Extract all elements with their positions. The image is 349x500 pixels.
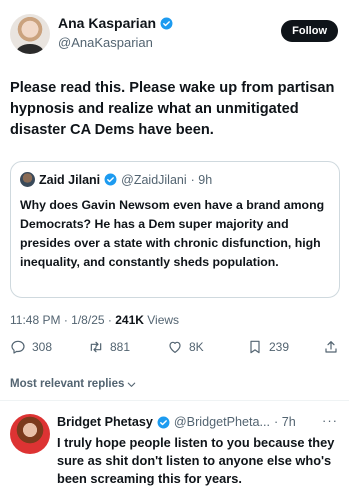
quoted-tweet-time: · 9h xyxy=(190,172,213,187)
share-button[interactable] xyxy=(323,339,339,355)
reply-count: 308 xyxy=(32,340,53,354)
quoted-tweet-header: Zaid Jilani @ZaidJilani · 9h xyxy=(20,172,212,187)
divider xyxy=(0,400,349,401)
reply-tweet[interactable]: Bridget Phetasy @BridgetPheta... · 7h ··… xyxy=(10,410,340,494)
reply-icon xyxy=(11,340,25,354)
action-bar: 308 881 8K 239 xyxy=(10,339,340,361)
reply-button[interactable]: 308 xyxy=(10,339,52,355)
tweet-header: Ana Kasparian @AnaKasparian Follow xyxy=(10,12,340,60)
bookmark-count: 239 xyxy=(269,340,290,354)
like-count: 8K xyxy=(189,340,204,354)
reply-author-avatar[interactable] xyxy=(10,414,50,454)
verified-badge-icon xyxy=(157,416,170,428)
more-options-icon[interactable]: ··· xyxy=(322,413,338,428)
views-label: Views xyxy=(147,313,180,327)
like-button[interactable]: 8K xyxy=(167,339,204,355)
reply-header: Bridget Phetasy @BridgetPheta... · 7h xyxy=(57,415,296,429)
replies-sort-label: Most relevant replies xyxy=(10,378,125,390)
tweet-date[interactable]: 1/8/25 xyxy=(71,313,104,327)
quoted-author-name: Zaid Jilani xyxy=(39,172,101,187)
quoted-tweet-text: Why does Gavin Newsom even have a brand … xyxy=(20,198,325,269)
verified-badge-icon xyxy=(104,173,117,186)
replies-sort-dropdown[interactable]: Most relevant replies xyxy=(10,378,137,390)
tweet-text: Please read this. Please wake up from pa… xyxy=(10,80,335,138)
tweet-time[interactable]: 11:48 PM xyxy=(10,313,60,327)
reply-text: I truly hope people listen to you becaus… xyxy=(57,435,335,486)
quoted-tweet[interactable]: Zaid Jilani @ZaidJilani · 9h Why does Ga… xyxy=(10,161,340,298)
tweet-meta: 11:48 PM · 1/8/25 · 241K Views xyxy=(10,313,179,327)
author-name-block: Ana Kasparian @AnaKasparian xyxy=(58,15,173,51)
heart-icon xyxy=(169,341,181,353)
chevron-down-icon xyxy=(128,382,136,387)
author-handle[interactable]: @AnaKasparian xyxy=(58,34,173,51)
bookmark-button[interactable]: 239 xyxy=(247,339,289,355)
reply-author-handle[interactable]: @BridgetPheta... xyxy=(174,415,270,429)
repost-count: 881 xyxy=(110,340,131,354)
author-name[interactable]: Ana Kasparian xyxy=(58,15,156,32)
verified-badge-icon xyxy=(160,17,173,30)
quoted-author-handle: @ZaidJilani xyxy=(121,172,187,187)
view-count: 241K xyxy=(115,313,144,327)
quoted-author-avatar xyxy=(20,172,35,187)
follow-button[interactable]: Follow xyxy=(281,20,338,42)
reply-author-name[interactable]: Bridget Phetasy xyxy=(57,415,153,429)
reply-time: · 7h xyxy=(274,415,296,429)
share-icon xyxy=(325,341,337,353)
repost-icon xyxy=(90,341,102,353)
bookmark-icon xyxy=(250,340,260,354)
author-avatar[interactable] xyxy=(10,14,50,54)
repost-button[interactable]: 881 xyxy=(88,339,130,355)
